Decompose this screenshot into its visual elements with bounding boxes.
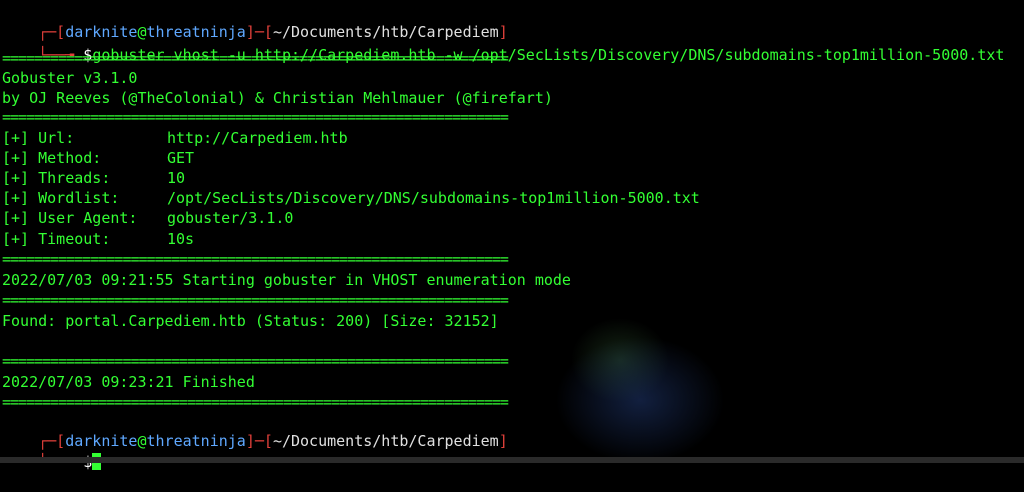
prompt-bracket-mid: ]─[: [245, 432, 273, 450]
input-line[interactable]: └──╼ $: [2, 432, 102, 471]
separator-6: ========================================…: [2, 393, 509, 411]
config-key: [+] User Agent:: [2, 209, 138, 227]
config-key: [+] Threads:: [2, 169, 111, 187]
config-threads: [+] Threads: 10: [2, 168, 185, 188]
config-value: 10s: [167, 230, 195, 248]
separator-3: ========================================…: [2, 250, 509, 268]
separator-1: ========================================…: [2, 49, 509, 67]
config-user-agent: [+] User Agent: gobuster/3.1.0: [2, 208, 293, 228]
config-value: GET: [167, 149, 195, 167]
prompt-path: ~/Documents/htb/Carpediem: [272, 432, 499, 450]
banner-authors: by OJ Reeves (@TheColonial) & Christian …: [2, 89, 553, 107]
bottom-bar: [0, 457, 1024, 463]
config-url: [+] Url: http://Carpediem.htb: [2, 128, 348, 148]
config-value: 10: [167, 169, 186, 187]
separator-4: ========================================…: [2, 291, 509, 309]
config-key: [+] Timeout:: [2, 230, 111, 248]
config-key: [+] Url:: [2, 129, 75, 147]
separator-5: ========================================…: [2, 352, 509, 370]
separator-2: ========================================…: [2, 108, 509, 126]
config-key: [+] Method:: [2, 149, 102, 167]
config-timeout: [+] Timeout: 10s: [2, 229, 194, 249]
prompt-at: @: [137, 432, 147, 450]
config-value: /opt/SecLists/Discovery/DNS/subdomains-t…: [167, 189, 700, 207]
prompt-line-1: ┌─[darknite@threatninja]─[~/Documents/ht…: [2, 2, 508, 41]
config-key: [+] Wordlist:: [2, 189, 120, 207]
config-method: [+] Method: GET: [2, 148, 194, 168]
start-line: 2022/07/03 09:21:55 Starting gobuster in…: [2, 271, 571, 289]
command-line: └──╼ $gobuster vhost -u http://Carpediem…: [2, 25, 1004, 64]
banner-title: Gobuster v3.1.0: [2, 69, 138, 87]
prompt-line-2: ┌─[darknite@threatninja]─[~/Documents/ht…: [2, 411, 508, 450]
config-wordlist: [+] Wordlist: /opt/SecLists/Discovery/DNS…: [2, 188, 700, 208]
config-value: gobuster/3.1.0: [167, 209, 294, 227]
prompt-host: threatninja: [146, 432, 246, 450]
config-value: http://Carpediem.htb: [167, 129, 348, 147]
finish-line: 2022/07/03 09:23:21 Finished: [2, 373, 255, 391]
prompt-bracket-close: ]: [498, 432, 508, 450]
terminal-window[interactable]: ┌─[darknite@threatninja]─[~/Documents/ht…: [0, 0, 1024, 471]
found-line: Found: portal.Carpediem.htb (Status: 200…: [2, 312, 499, 330]
